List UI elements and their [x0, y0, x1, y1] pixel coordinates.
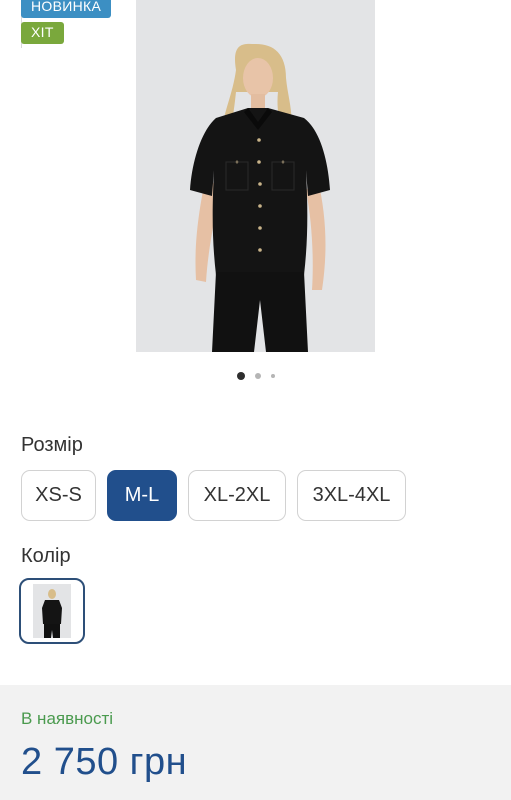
product-badges: НОВИНКА ХІТ: [21, 0, 112, 44]
size-section-label: Розмір: [21, 434, 83, 456]
badge-hit: ХІТ: [21, 22, 64, 44]
carousel-dot-2[interactable]: [254, 373, 261, 379]
image-carousel-dots: [0, 372, 511, 380]
color-section-label: Колір: [21, 545, 71, 567]
carousel-dot-1[interactable]: [236, 372, 245, 380]
color-swatch-black[interactable]: [19, 578, 85, 644]
size-option-m-l[interactable]: M-L: [107, 470, 177, 521]
size-options: XS-S M-L XL-2XL 3XL-4XL: [21, 470, 406, 521]
badge-new: НОВИНКА: [21, 0, 112, 18]
size-option-3xl-4xl[interactable]: 3XL-4XL: [297, 470, 406, 521]
availability-status: В наявності: [21, 709, 114, 728]
product-price: 2 750 грн: [21, 741, 188, 783]
size-option-xl-2xl[interactable]: XL-2XL: [188, 470, 286, 521]
size-option-xs-s[interactable]: XS-S: [21, 470, 96, 521]
purchase-panel: В наявності 2 750 грн: [0, 685, 511, 800]
product-photo[interactable]: [136, 0, 375, 352]
color-swatch-thumbnail: [33, 584, 71, 638]
product-photo-figure: [136, 0, 375, 352]
carousel-dot-3[interactable]: [270, 374, 275, 378]
